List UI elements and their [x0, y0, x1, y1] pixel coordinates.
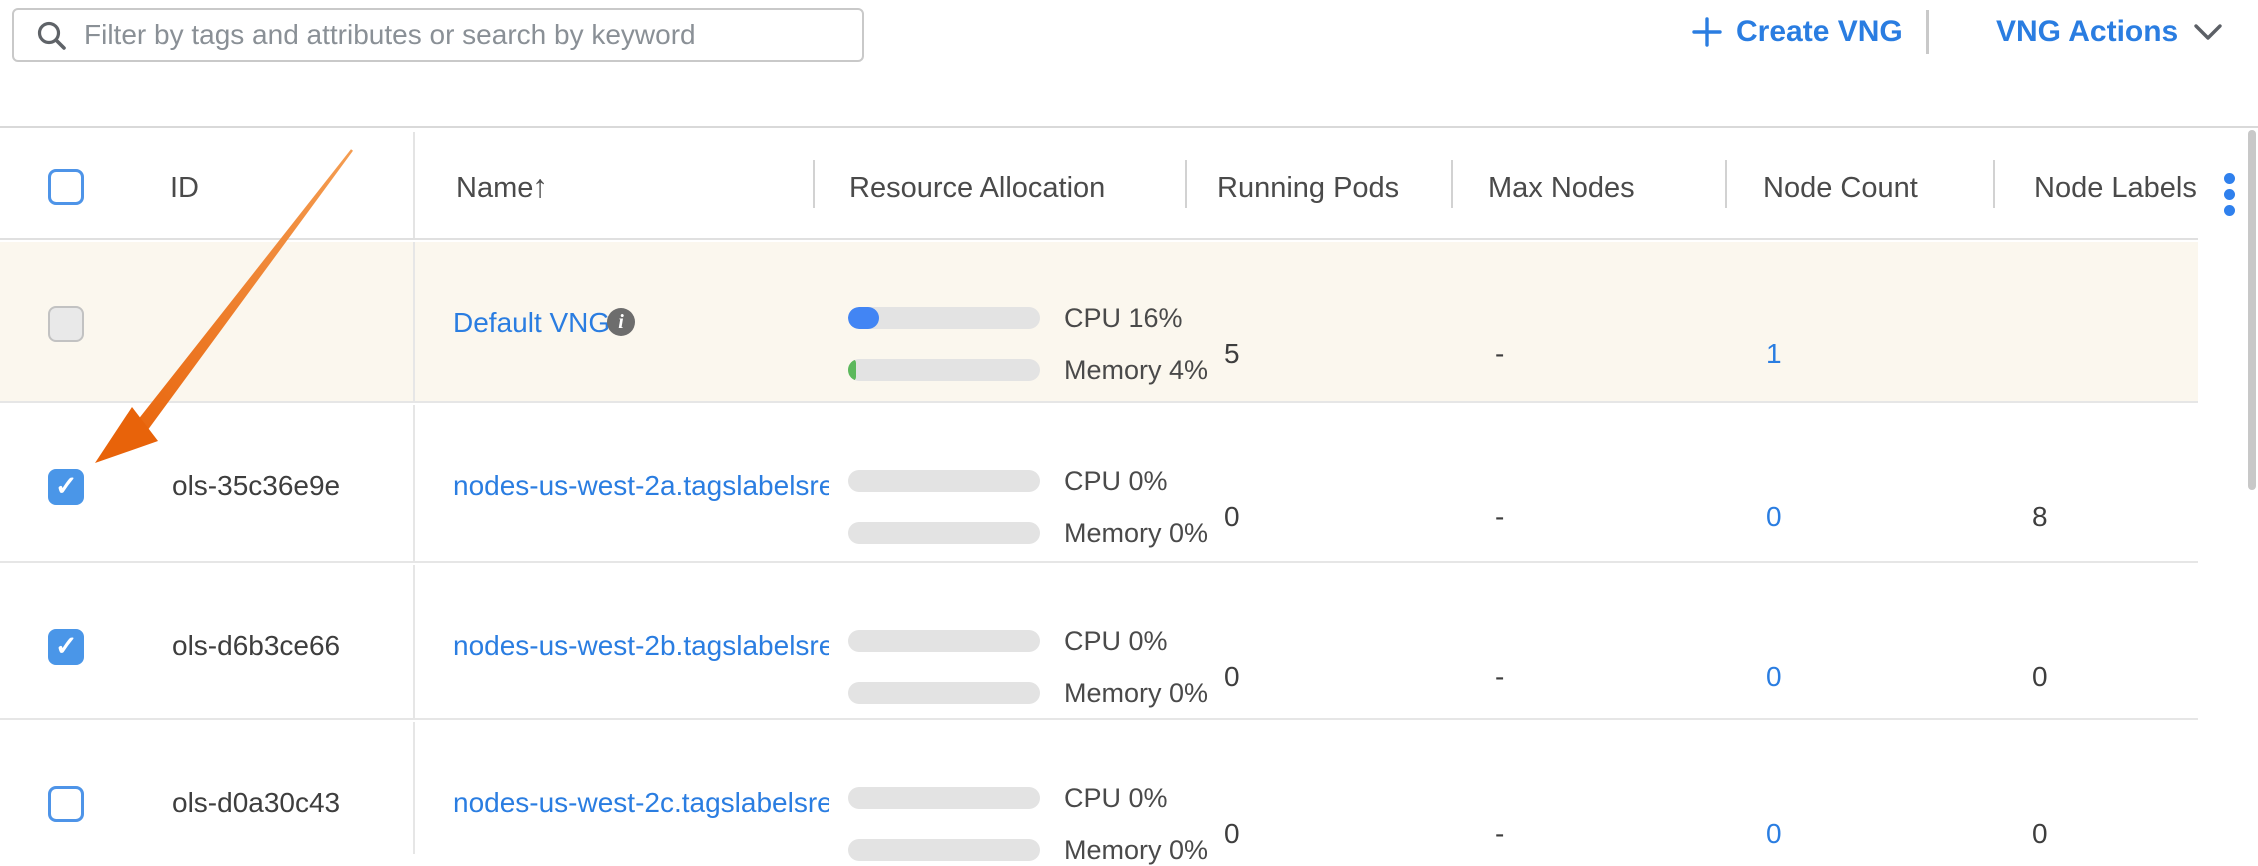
filter-search-box[interactable] — [12, 8, 864, 62]
row-checkbox[interactable] — [48, 786, 84, 822]
node-labels-value: 0 — [2032, 818, 2048, 850]
memory-usage-label: Memory 0% — [1064, 834, 1208, 866]
table-header: ID Name ↑ Resource Allocation Running Po… — [0, 126, 2258, 240]
table-row-ols-35c36e9e: ols-35c36e9e nodes-us-west-2a.tagslabels… — [0, 405, 2198, 563]
select-all-checkbox[interactable] — [48, 169, 84, 205]
column-header-id[interactable]: ID — [170, 172, 199, 204]
vng-name-link[interactable]: Default VNG — [453, 307, 829, 339]
vng-id: ols-d0a30c43 — [172, 787, 340, 819]
vng-actions-label: VNG Actions — [1996, 15, 2178, 49]
info-icon[interactable]: i — [607, 308, 635, 336]
max-nodes-value: - — [1495, 501, 1504, 533]
column-header-running-pods[interactable]: Running Pods — [1217, 172, 1399, 204]
vng-id: ols-35c36e9e — [172, 470, 340, 502]
node-labels-value: 0 — [2032, 661, 2048, 693]
toolbar-divider — [1926, 10, 1929, 54]
cpu-usage-label: CPU 16% — [1064, 302, 1183, 334]
header-tick — [1185, 160, 1187, 208]
column-header-node-count[interactable]: Node Count — [1763, 172, 1918, 204]
running-pods-value: 0 — [1224, 501, 1240, 533]
column-divider — [413, 722, 415, 854]
memory-usage-label: Memory 0% — [1064, 517, 1208, 549]
memory-usage-bar — [848, 522, 1040, 544]
node-count-link[interactable]: 0 — [1766, 501, 1782, 533]
search-input[interactable] — [82, 18, 852, 52]
running-pods-value: 5 — [1224, 338, 1240, 370]
header-tick — [1451, 160, 1453, 208]
header-tick — [813, 160, 815, 208]
node-count-link[interactable]: 0 — [1766, 661, 1782, 693]
column-divider — [413, 565, 415, 718]
max-nodes-value: - — [1495, 818, 1504, 850]
header-column-divider — [413, 132, 415, 240]
vng-actions-button[interactable]: VNG Actions — [1996, 12, 2224, 52]
vng-name-link[interactable]: nodes-us-west-2b.tagslabelsre — [453, 630, 829, 662]
header-tick — [1725, 160, 1727, 208]
cpu-usage-bar — [848, 470, 1040, 492]
table-row-ols-d6b3ce66: ols-d6b3ce66 nodes-us-west-2b.tagslabels… — [0, 565, 2198, 720]
cpu-usage-label: CPU 0% — [1064, 465, 1168, 497]
memory-usage-bar — [848, 839, 1040, 861]
column-header-resource-allocation[interactable]: Resource Allocation — [849, 172, 1105, 204]
running-pods-value: 0 — [1224, 818, 1240, 850]
max-nodes-value: - — [1495, 661, 1504, 693]
cpu-usage-bar — [848, 787, 1040, 809]
column-settings-kebab-icon[interactable] — [2224, 173, 2238, 216]
table-row-ols-d0a30c43: ols-d0a30c43 nodes-us-west-2c.tagslabels… — [0, 722, 2198, 854]
vng-name-link[interactable]: nodes-us-west-2a.tagslabelsre — [453, 470, 829, 502]
column-divider — [413, 242, 415, 401]
vng-id: ols-d6b3ce66 — [172, 630, 340, 662]
vertical-scrollbar-thumb[interactable] — [2248, 130, 2256, 490]
row-checkbox — [48, 306, 84, 342]
max-nodes-value: - — [1495, 338, 1504, 370]
column-header-node-labels[interactable]: Node Labels — [2034, 172, 2197, 204]
memory-usage-bar — [848, 359, 1040, 381]
cpu-usage-bar — [848, 630, 1040, 652]
create-vng-label: Create VNG — [1736, 15, 1903, 49]
table-row-default-vng: Default VNG i CPU 16% Memory 4% 5 - 1 — [0, 242, 2198, 403]
running-pods-value: 0 — [1224, 661, 1240, 693]
cpu-usage-label: CPU 0% — [1064, 625, 1168, 657]
memory-usage-label: Memory 0% — [1064, 677, 1208, 709]
header-tick — [1993, 160, 1995, 208]
row-checkbox[interactable] — [48, 629, 84, 665]
column-divider — [413, 405, 415, 561]
column-header-name[interactable]: Name — [456, 172, 533, 204]
cpu-usage-bar — [848, 307, 1040, 329]
vng-name-link[interactable]: nodes-us-west-2c.tagslabelsre — [453, 787, 829, 819]
cpu-usage-label: CPU 0% — [1064, 782, 1168, 814]
create-vng-button[interactable]: Create VNG — [1692, 12, 1903, 52]
node-count-link[interactable]: 1 — [1766, 338, 1782, 370]
memory-usage-label: Memory 4% — [1064, 354, 1208, 386]
memory-usage-bar — [848, 682, 1040, 704]
header-bottom-border — [0, 238, 2198, 240]
sort-ascending-icon[interactable]: ↑ — [532, 168, 548, 205]
node-labels-value: 8 — [2032, 501, 2048, 533]
row-checkbox[interactable] — [48, 469, 84, 505]
chevron-down-icon — [2192, 22, 2224, 42]
search-icon — [36, 20, 66, 50]
node-count-link[interactable]: 0 — [1766, 818, 1782, 850]
plus-icon — [1692, 17, 1722, 47]
column-header-max-nodes[interactable]: Max Nodes — [1488, 172, 1635, 204]
